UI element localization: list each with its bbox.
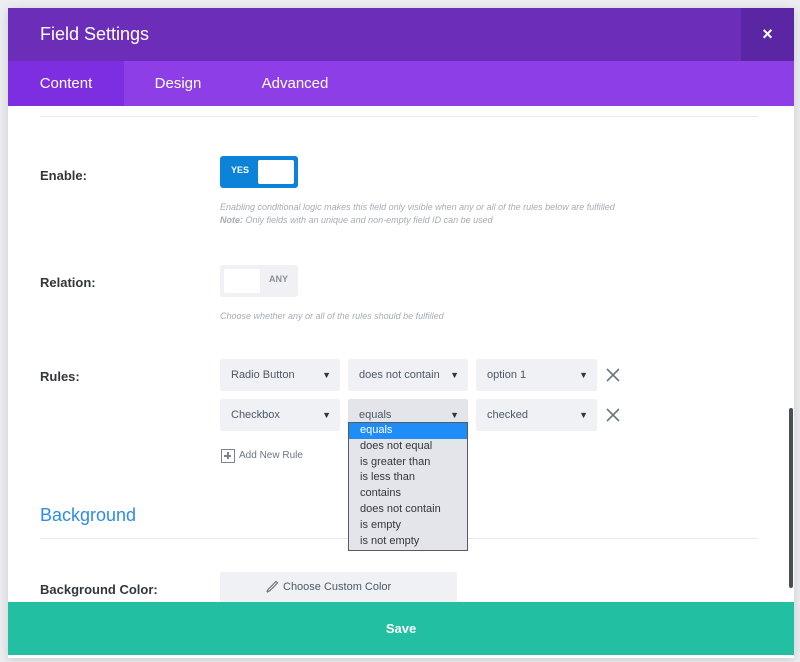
chevron-down-icon: ▼ (322, 370, 331, 380)
chevron-down-icon: ▼ (579, 370, 588, 380)
rule-1-condition-select[interactable]: does not contain ▼ (348, 359, 468, 391)
rule-1-field-select[interactable]: Radio Button ▼ (220, 359, 340, 391)
choose-custom-color-label: Choose Custom Color (283, 581, 392, 593)
dropdown-option[interactable]: is not empty (349, 534, 467, 550)
rule-1-value-select[interactable]: option 1 ▼ (476, 359, 597, 391)
enable-help-line: Enabling conditional logic makes this fi… (220, 202, 615, 212)
add-new-rule-label: Add New Rule (239, 450, 303, 461)
field-settings-modal: Field Settings × Content Design Advanced… (8, 8, 794, 658)
rule-2-condition-value: equals (359, 409, 392, 421)
close-button[interactable]: × (741, 8, 794, 61)
dropdown-option[interactable]: is greater than (349, 455, 467, 471)
rule-1-field-value: Radio Button (231, 369, 295, 381)
rule-2-field-value: Checkbox (231, 409, 280, 421)
modal-header: Field Settings × (8, 8, 794, 61)
enable-toggle-text: YES (231, 165, 250, 175)
enable-help-note-label: Note: (220, 215, 243, 225)
enable-help-note: Only fields with an unique and non-empty… (243, 215, 493, 225)
remove-rule-2-icon[interactable] (605, 407, 621, 423)
chevron-down-icon: ▼ (579, 410, 588, 420)
close-icon: × (762, 24, 773, 44)
divider (40, 116, 758, 117)
dropdown-option[interactable]: does not equal (349, 439, 467, 455)
relation-help: Choose whether any or all of the rules s… (220, 311, 444, 321)
toggle-knob (258, 160, 294, 184)
modal-title: Field Settings (40, 24, 150, 44)
rules-label: Rules: (40, 369, 80, 384)
scrollbar[interactable] (789, 408, 793, 588)
background-section-title: Background (40, 505, 137, 525)
rule-1-condition-value: does not contain (359, 369, 440, 381)
condition-dropdown-list: equals does not equal is greater than is… (348, 422, 468, 551)
background-color-label: Background Color: (40, 582, 158, 597)
dropdown-option[interactable]: is less than (349, 470, 467, 486)
tab-design[interactable]: Design (124, 61, 232, 106)
relation-toggle[interactable]: ANY (220, 265, 298, 297)
rule-2-value-select[interactable]: checked ▼ (476, 399, 597, 431)
relation-toggle-text: ANY (269, 274, 289, 284)
tab-advanced[interactable]: Advanced (232, 61, 358, 106)
dropdown-option[interactable]: does not contain (349, 502, 467, 518)
dropdown-option[interactable]: contains (349, 486, 467, 502)
remove-rule-1-icon[interactable] (605, 367, 621, 383)
relation-label: Relation: (40, 275, 96, 290)
chevron-down-icon: ▼ (450, 370, 459, 380)
save-button[interactable]: Save (8, 602, 794, 655)
toggle-knob (224, 269, 260, 293)
tab-content[interactable]: Content (8, 61, 124, 106)
dropdown-option[interactable]: is empty (349, 518, 467, 534)
enable-toggle[interactable]: YES (220, 156, 298, 188)
tab-bar: Content Design Advanced (8, 61, 794, 106)
plus-square-icon (221, 449, 235, 463)
eyedropper-icon (266, 580, 279, 593)
dropdown-option[interactable]: equals (349, 423, 467, 439)
chevron-down-icon: ▼ (322, 410, 331, 420)
rule-2-value-value: checked (487, 409, 528, 421)
enable-label: Enable: (40, 168, 87, 183)
rule-1-value-value: option 1 (487, 369, 527, 381)
rule-2-field-select[interactable]: Checkbox ▼ (220, 399, 340, 431)
enable-help: Enabling conditional logic makes this fi… (220, 201, 615, 227)
choose-custom-color-button[interactable]: Choose Custom Color (220, 572, 457, 602)
